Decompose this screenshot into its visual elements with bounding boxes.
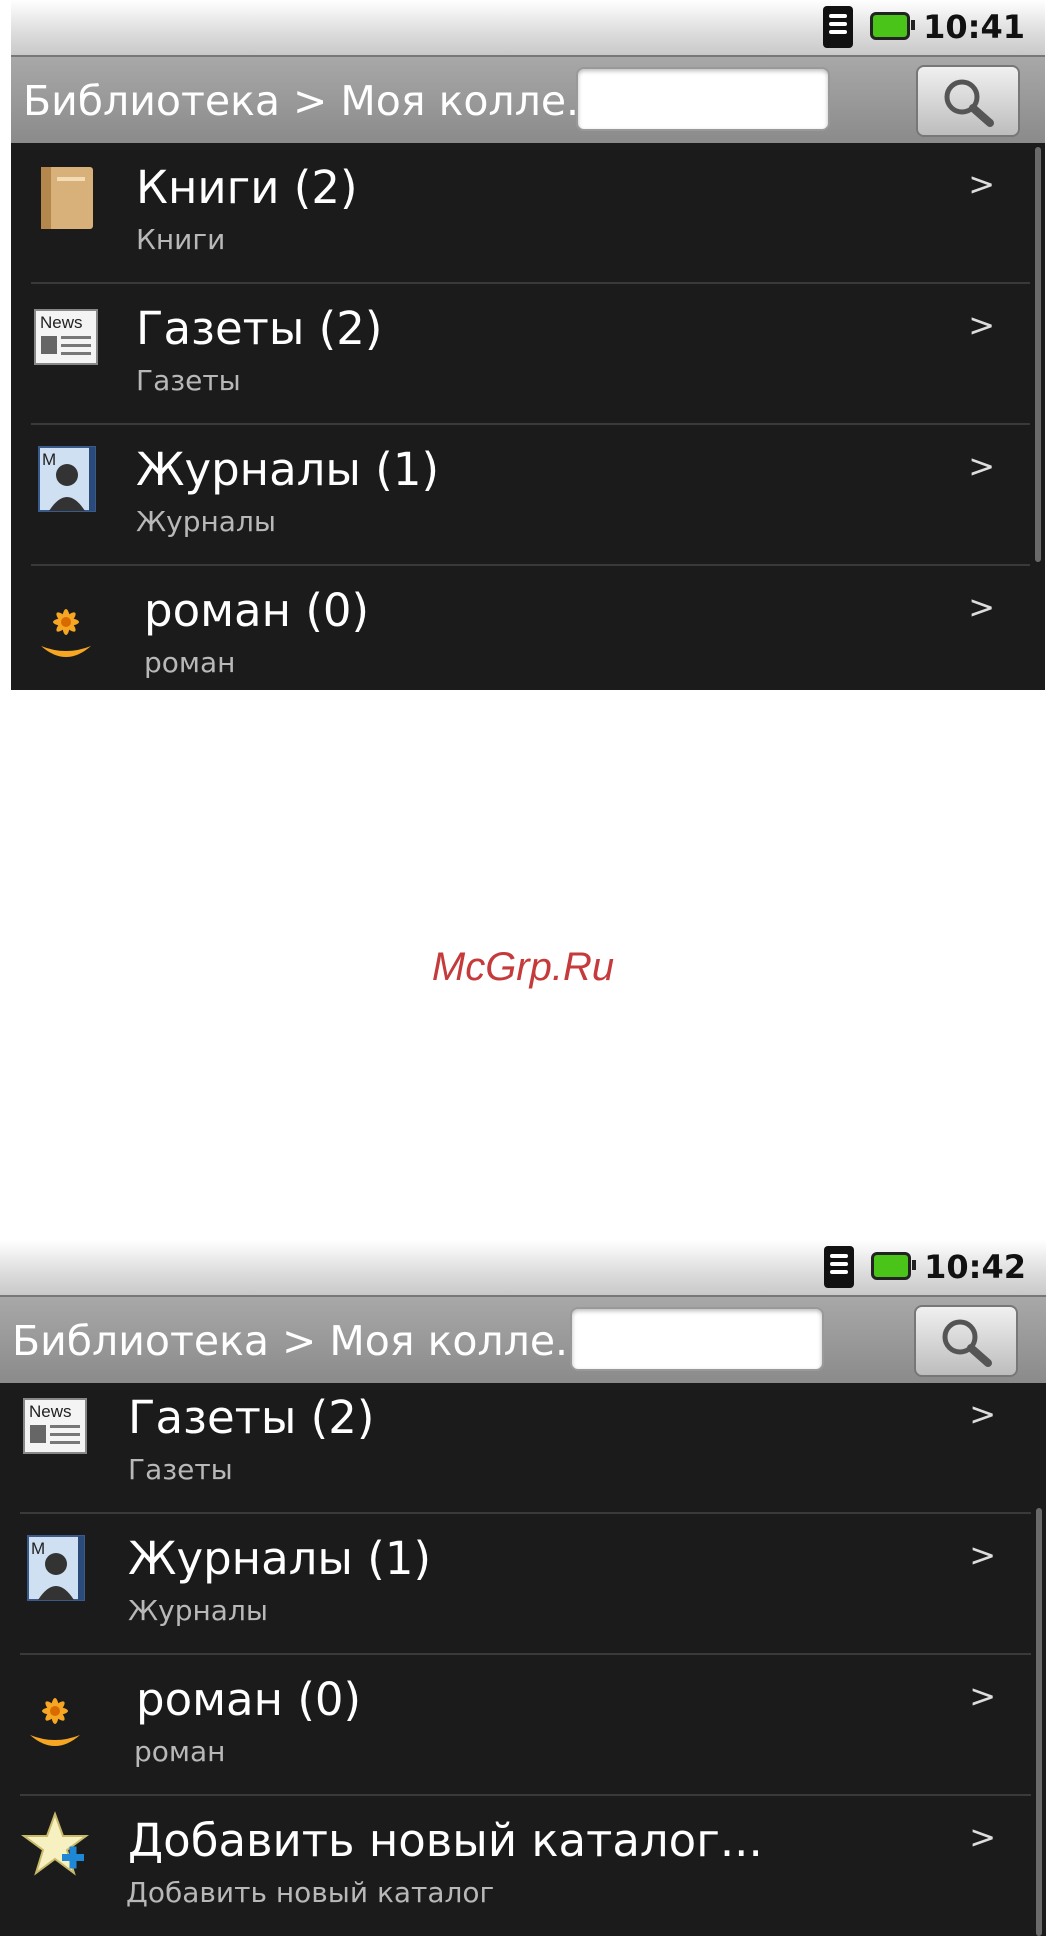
list-item-magazines[interactable]: M Журналы (1) Журналы > [11, 425, 1045, 565]
battery-icon [870, 12, 915, 40]
list-item-subtitle: Журналы [136, 505, 276, 538]
breadcrumb: Библиотека > Моя колле... [12, 1317, 595, 1365]
list-item-subtitle: роман [144, 646, 236, 679]
chevron-right-icon: > [969, 1536, 996, 1574]
magazine-icon: M [27, 1535, 85, 1601]
chevron-right-icon: > [969, 1395, 996, 1433]
list-item-novel[interactable]: роман (0) роман > [11, 566, 1045, 690]
list-item-newspapers[interactable]: News Газеты (2) Газеты > [11, 284, 1045, 424]
list-item-title: Журналы (1) [128, 1532, 432, 1585]
screen-top: 10:41 Библиотека > Моя колле... Книги (2… [11, 0, 1045, 690]
news-icon-label: News [40, 313, 83, 332]
scrollbar[interactable] [1036, 1508, 1042, 1936]
list-item-books[interactable]: Книги (2) Книги > [11, 143, 1045, 283]
list-item-newspapers[interactable]: News Газеты (2) Газеты > [0, 1373, 1046, 1513]
add-star-icon [20, 1811, 90, 1876]
book-icon [41, 167, 93, 229]
catalog-list: News Газеты (2) Газеты > M Журналы (1) Ж… [0, 1383, 1046, 1936]
search-button[interactable] [914, 1305, 1018, 1377]
status-time: 10:42 [924, 1248, 1026, 1286]
chevron-right-icon: > [968, 306, 995, 344]
screen-bottom: 10:42 Библиотека > Моя колле... News Газ… [0, 1240, 1046, 1936]
list-item-subtitle: Газеты [136, 364, 241, 397]
search-input[interactable] [570, 1307, 824, 1371]
list-item-novel[interactable]: роман (0) роман > [0, 1655, 1046, 1795]
newspaper-icon: News [34, 309, 98, 365]
list-item-magazines[interactable]: M Журналы (1) Журналы > [0, 1514, 1046, 1654]
flower-icon [30, 1698, 80, 1746]
list-item-subtitle: Журналы [128, 1594, 268, 1627]
list-item-subtitle: роман [134, 1735, 226, 1768]
title-bar: Библиотека > Моя колле... [11, 55, 1045, 145]
magazine-icon-label: M [42, 450, 56, 469]
newspaper-icon: News [23, 1398, 87, 1454]
breadcrumb: Библиотека > Моя колле... [23, 77, 606, 125]
watermark: McGrp.Ru [431, 945, 615, 989]
list-item-title: Журналы (1) [136, 443, 440, 496]
catalog-list: Книги (2) Книги > News Газеты (2) Газеты… [11, 143, 1045, 690]
list-item-subtitle: Газеты [128, 1453, 233, 1486]
title-bar: Библиотека > Моя колле... [0, 1295, 1046, 1385]
list-item-title: роман (0) [136, 1673, 362, 1726]
scrollbar[interactable] [1035, 147, 1041, 562]
chevron-right-icon: > [969, 1818, 996, 1856]
battery-icon [871, 1252, 916, 1280]
list-item-title: Добавить новый каталог... [128, 1814, 763, 1867]
signal-icon [824, 1246, 854, 1288]
status-time: 10:41 [923, 8, 1025, 46]
list-item-subtitle: Добавить новый каталог [126, 1876, 495, 1909]
magazine-icon-label: M [31, 1539, 45, 1558]
status-bar: 10:42 [0, 1240, 1046, 1295]
search-icon [942, 1319, 992, 1367]
list-item-title: роман (0) [144, 584, 370, 637]
list-item-title: Газеты (2) [136, 302, 383, 355]
list-item-subtitle: Книги [136, 223, 226, 256]
signal-icon [823, 6, 853, 48]
chevron-right-icon: > [968, 447, 995, 485]
search-button[interactable] [916, 65, 1020, 137]
status-bar: 10:41 [11, 0, 1045, 55]
chevron-right-icon: > [969, 1677, 996, 1715]
chevron-right-icon: > [968, 588, 995, 626]
search-input[interactable] [576, 67, 830, 131]
news-icon-label: News [29, 1402, 72, 1421]
search-icon [944, 79, 994, 127]
list-item-title: Книги (2) [136, 161, 358, 214]
flower-icon [41, 609, 91, 657]
list-item-add-catalog[interactable]: Добавить новый каталог... Добавить новый… [0, 1796, 1046, 1936]
list-item-title: Газеты (2) [128, 1391, 375, 1444]
magazine-icon: M [38, 446, 96, 512]
chevron-right-icon: > [968, 165, 995, 203]
